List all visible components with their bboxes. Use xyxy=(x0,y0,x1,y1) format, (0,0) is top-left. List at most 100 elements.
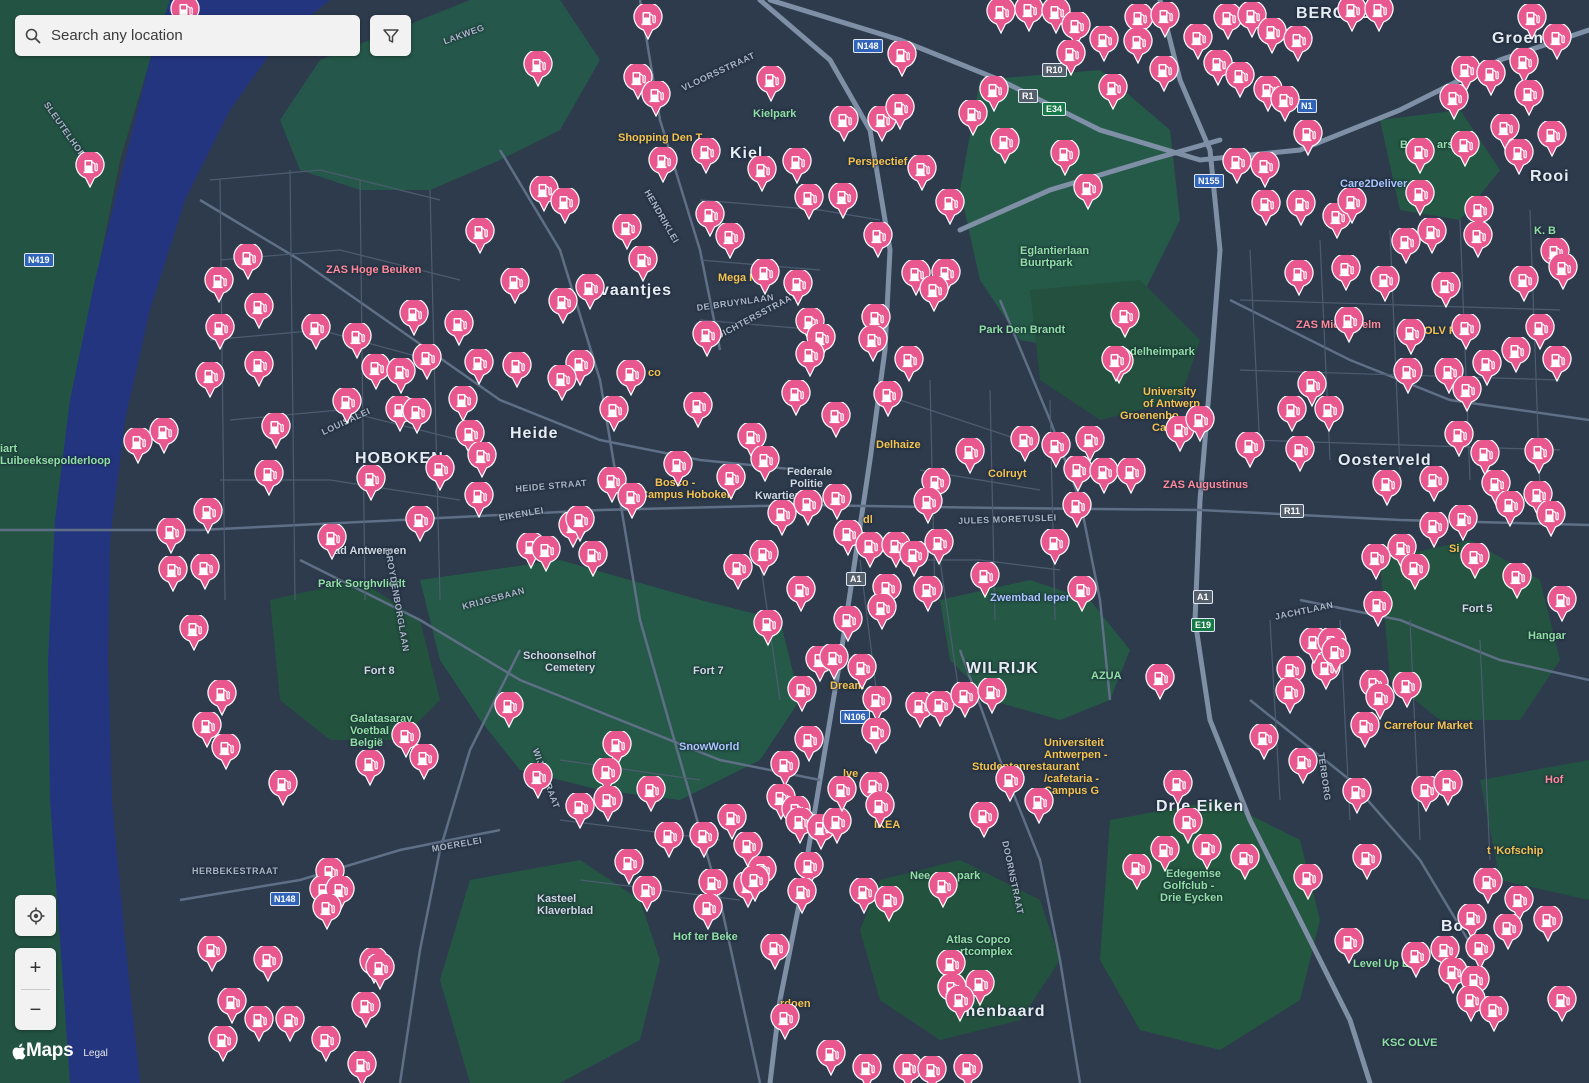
charging-station-pin[interactable] xyxy=(874,886,904,922)
charging-station-pin[interactable] xyxy=(1533,906,1563,942)
zoom-out-button[interactable]: − xyxy=(15,990,56,1031)
charging-station-pin[interactable] xyxy=(254,460,284,496)
poi-label[interactable]: SnowWorld xyxy=(679,741,739,753)
charging-station-pin[interactable] xyxy=(1405,180,1435,216)
charging-station-pin[interactable] xyxy=(990,128,1020,164)
charging-station-pin[interactable] xyxy=(1451,314,1481,350)
charging-station-pin[interactable] xyxy=(547,365,577,401)
charging-station-pin[interactable] xyxy=(1431,272,1461,308)
charging-station-pin[interactable] xyxy=(794,726,824,762)
charging-station-pin[interactable] xyxy=(907,155,937,191)
charging-station-pin[interactable] xyxy=(753,610,783,646)
charging-station-pin[interactable] xyxy=(1098,74,1128,110)
charging-station-pin[interactable] xyxy=(935,189,965,225)
poi-label[interactable]: /cafetaria - xyxy=(1044,773,1099,785)
poi-label[interactable]: co xyxy=(648,367,661,379)
charging-station-pin[interactable] xyxy=(867,594,897,630)
charging-station-pin[interactable] xyxy=(464,482,494,518)
charging-station-pin[interactable] xyxy=(1352,844,1382,880)
charging-station-pin[interactable] xyxy=(1448,505,1478,541)
poi-label[interactable]: Perspectief xyxy=(848,156,907,168)
charging-station-pin[interactable] xyxy=(894,346,924,382)
charging-station-pin[interactable] xyxy=(1089,458,1119,494)
charging-station-pin[interactable] xyxy=(945,986,975,1022)
charging-station-pin[interactable] xyxy=(955,438,985,474)
charging-station-pin[interactable] xyxy=(412,344,442,380)
poi-label[interactable]: Delhaize xyxy=(876,439,921,451)
charging-station-pin[interactable] xyxy=(1293,120,1323,156)
charging-station-pin[interactable] xyxy=(425,455,455,491)
charging-station-pin[interactable] xyxy=(750,259,780,295)
charging-station-pin[interactable] xyxy=(531,536,561,572)
charging-station-pin[interactable] xyxy=(858,326,888,362)
locate-me-button[interactable] xyxy=(15,895,56,936)
charging-station-pin[interactable] xyxy=(1275,678,1305,714)
charging-station-pin[interactable] xyxy=(793,490,823,526)
charging-station-pin[interactable] xyxy=(1400,554,1430,590)
charging-station-pin[interactable] xyxy=(156,518,186,554)
charging-station-pin[interactable] xyxy=(1372,470,1402,506)
charging-station-pin[interactable] xyxy=(409,744,439,780)
charging-station-pin[interactable] xyxy=(190,554,220,590)
poi-label[interactable]: Federale xyxy=(787,466,832,478)
charging-station-pin[interactable] xyxy=(275,1006,305,1042)
charging-station-pin[interactable] xyxy=(1251,190,1281,226)
charging-station-pin[interactable] xyxy=(1504,139,1534,175)
charging-station-pin[interactable] xyxy=(565,506,595,542)
charging-station-pin[interactable] xyxy=(924,529,954,565)
charging-station-pin[interactable] xyxy=(149,418,179,454)
charging-station-pin[interactable] xyxy=(211,734,241,770)
charging-station-pin[interactable] xyxy=(1419,466,1449,502)
charging-station-pin[interactable] xyxy=(1334,928,1364,964)
charging-station-pin[interactable] xyxy=(355,750,385,786)
charging-station-pin[interactable] xyxy=(1040,529,1070,565)
poi-label[interactable]: Studentenrestaurant xyxy=(972,761,1080,773)
charging-station-pin[interactable] xyxy=(253,946,283,982)
poi-label[interactable]: Shopping Den T xyxy=(618,132,702,144)
charging-station-pin[interactable] xyxy=(1450,131,1480,167)
charging-station-pin[interactable] xyxy=(1056,40,1086,76)
charging-station-pin[interactable] xyxy=(887,41,917,77)
charging-station-pin[interactable] xyxy=(692,321,722,357)
charging-station-pin[interactable] xyxy=(550,188,580,224)
charging-station-pin[interactable] xyxy=(217,988,247,1024)
charging-station-pin[interactable] xyxy=(786,576,816,612)
search-input[interactable] xyxy=(49,26,343,45)
charging-station-pin[interactable] xyxy=(593,786,623,822)
poi-label[interactable]: Hof ter Beke xyxy=(673,931,738,943)
charging-station-pin[interactable] xyxy=(1473,868,1503,904)
poi-label[interactable]: Park Den Brandt xyxy=(979,324,1065,336)
poi-label[interactable]: Ca xyxy=(1152,422,1166,434)
poi-label[interactable]: dl xyxy=(863,514,873,526)
charging-station-pin[interactable] xyxy=(1010,426,1040,462)
charging-station-pin[interactable] xyxy=(969,802,999,838)
charging-station-pin[interactable] xyxy=(548,288,578,324)
charging-station-pin[interactable] xyxy=(1548,254,1578,290)
charging-station-pin[interactable] xyxy=(565,793,595,829)
charging-station-pin[interactable] xyxy=(1419,512,1449,548)
poi-label[interactable]: ZAS Hoge Beuken xyxy=(326,264,421,276)
charging-station-pin[interactable] xyxy=(1509,48,1539,84)
charging-station-pin[interactable] xyxy=(494,692,524,728)
charging-station-pin[interactable] xyxy=(1163,770,1193,806)
charging-station-pin[interactable] xyxy=(654,822,684,858)
poi-label[interactable]: Fort 7 xyxy=(693,665,724,677)
charging-station-pin[interactable] xyxy=(928,872,958,908)
charging-station-pin[interactable] xyxy=(977,678,1007,714)
charging-station-pin[interactable] xyxy=(467,442,497,478)
charging-station-pin[interactable] xyxy=(863,222,893,258)
charging-station-pin[interactable] xyxy=(1439,84,1469,120)
charging-station-pin[interactable] xyxy=(827,776,857,812)
charging-station-pin[interactable] xyxy=(1192,834,1222,870)
charging-station-pin[interactable] xyxy=(819,644,849,680)
charging-station-pin[interactable] xyxy=(1285,436,1315,472)
charging-station-pin[interactable] xyxy=(828,183,858,219)
charging-station-pin[interactable] xyxy=(1393,358,1423,394)
charging-station-pin[interactable] xyxy=(1363,591,1393,627)
charging-station-pin[interactable] xyxy=(523,51,553,87)
poi-label[interactable]: KSC OLVE xyxy=(1382,1037,1437,1049)
charging-station-pin[interactable] xyxy=(862,686,892,722)
charging-station-pin[interactable] xyxy=(1073,174,1103,210)
charging-station-pin[interactable] xyxy=(351,992,381,1028)
charging-station-pin[interactable] xyxy=(1222,148,1252,184)
